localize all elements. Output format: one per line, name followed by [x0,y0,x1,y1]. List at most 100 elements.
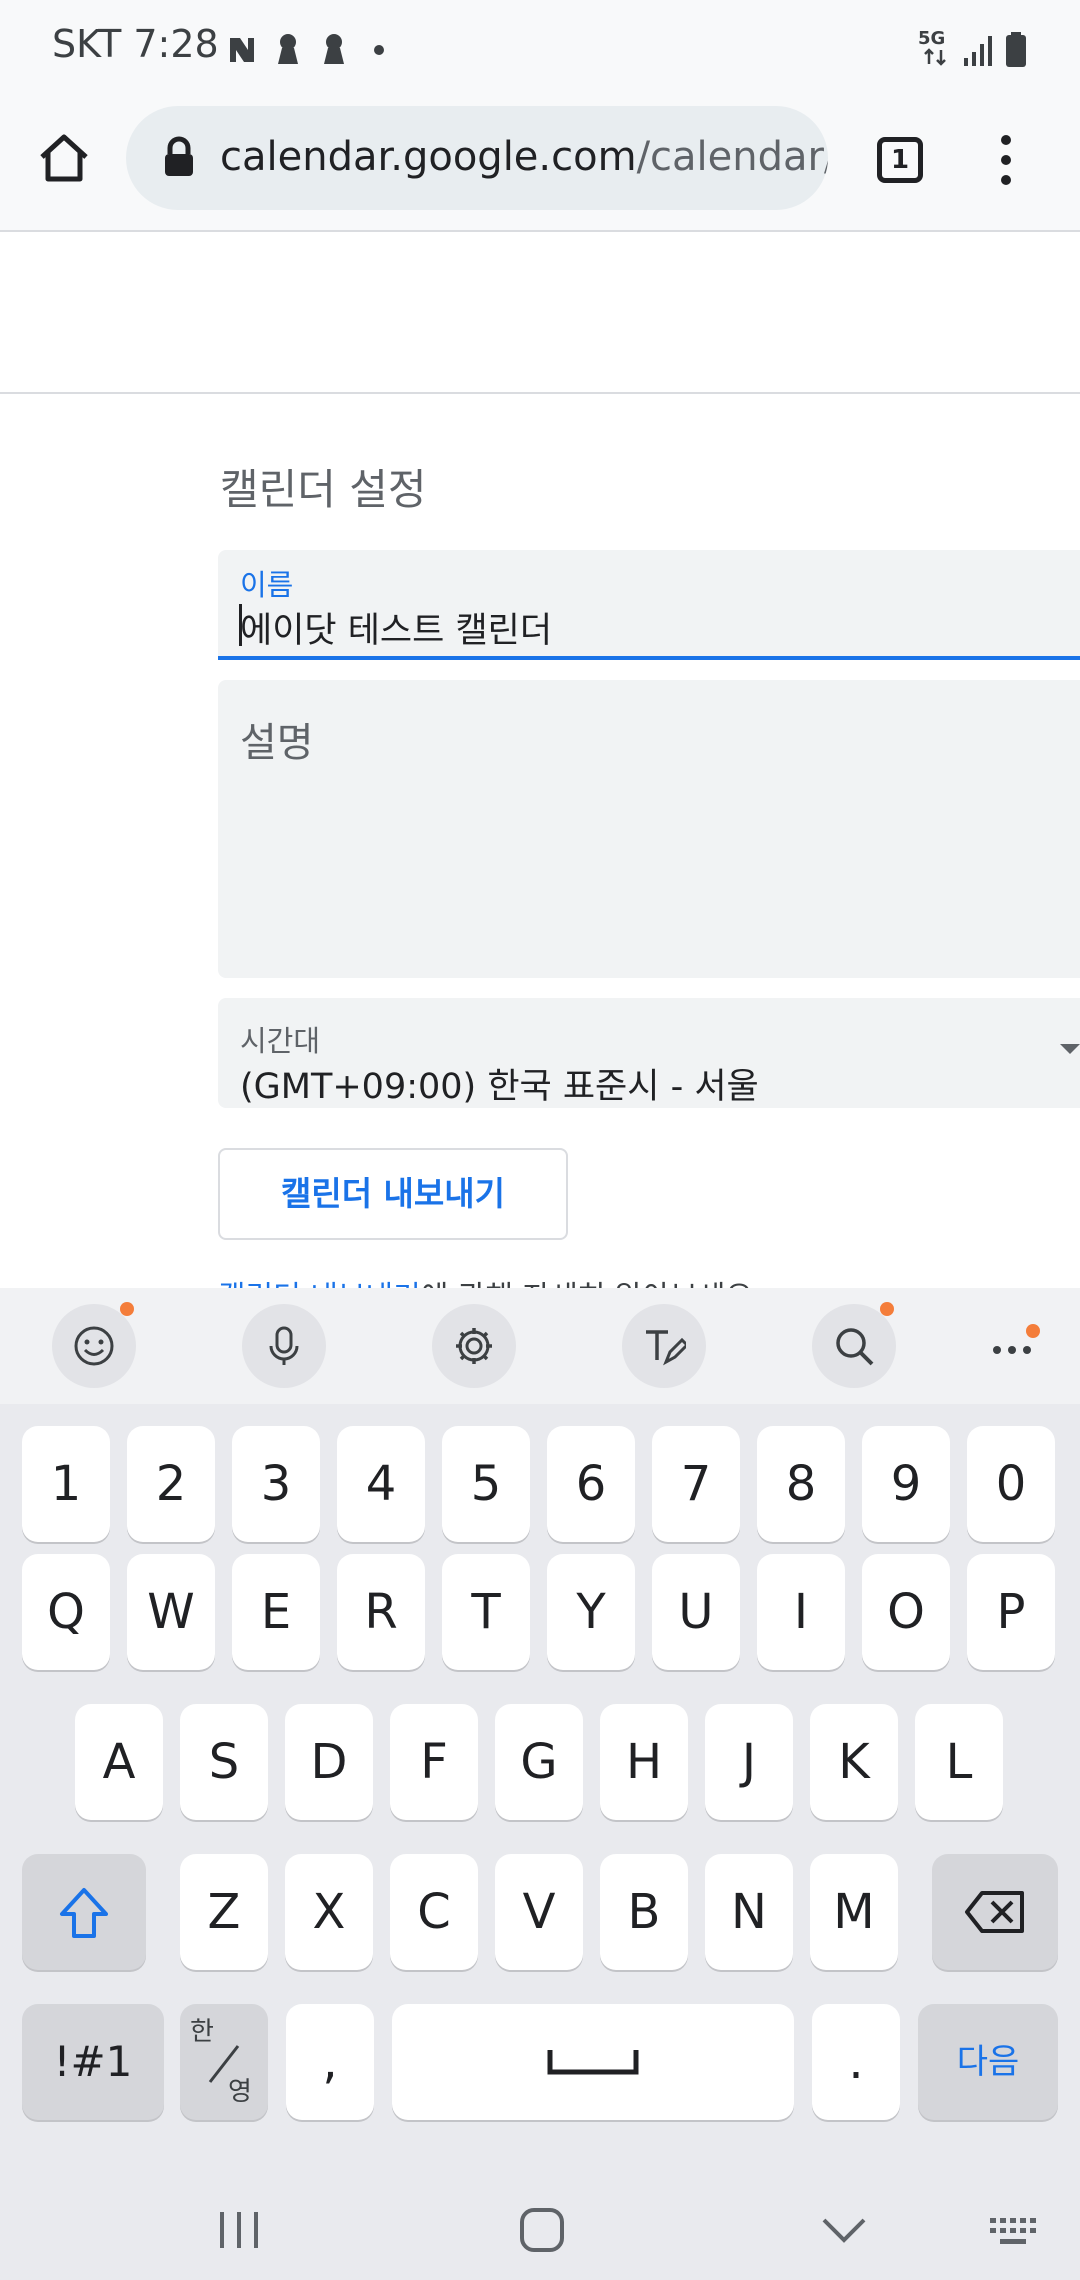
description-placeholder: 설명 [240,720,314,766]
letter-key-l[interactable]: L [915,1704,1003,1820]
microphone-icon [269,1326,299,1365]
section-title: 캘린더 설정 [220,465,427,514]
number-key-4[interactable]: 4 [337,1426,425,1542]
tab-switcher-button[interactable]: 1 [877,137,923,183]
letter-key-i[interactable]: I [757,1554,845,1670]
number-key-7[interactable]: 7 [652,1426,740,1542]
handwriting-button[interactable] [622,1304,706,1388]
keyboard-settings-button[interactable] [432,1304,516,1388]
letter-key-k[interactable]: K [810,1704,898,1820]
letter-key-c[interactable]: C [390,1854,478,1970]
export-help-link[interactable]: 캘린더 내보내기 [218,1280,421,1288]
letter-key-d[interactable]: D [285,1704,373,1820]
comma-key[interactable]: , [286,2004,374,2120]
space-icon [547,2050,639,2075]
help-text-rest: 에 관해 자세히 알아보세요. [421,1280,763,1288]
browser-toolbar: calendar.google.com/calendar/ 1 [0,100,1080,232]
letter-key-v[interactable]: V [495,1854,583,1970]
letter-key-a[interactable]: A [75,1704,163,1820]
naver-icon [230,38,254,62]
search-icon [836,1328,874,1366]
letter-key-o[interactable]: O [862,1554,950,1670]
description-field[interactable]: 설명 [218,680,1080,978]
dropdown-arrow-icon[interactable] [1060,1042,1080,1056]
home-icon[interactable] [36,130,92,186]
name-field-label: 이름 [240,568,294,602]
letter-key-p[interactable]: P [967,1554,1055,1670]
keyboard-search-button[interactable] [812,1302,896,1388]
letter-key-m[interactable]: M [810,1854,898,1970]
letter-key-n[interactable]: N [705,1854,793,1970]
letter-key-w[interactable]: W [127,1554,215,1670]
number-key-9[interactable]: 9 [862,1426,950,1542]
number-key-8[interactable]: 8 [757,1426,845,1542]
header-divider [0,392,1080,394]
home-button-icon[interactable] [518,2206,566,2254]
help-text: 캘린더 내보내기에 관해 자세히 알아보세요. [218,1272,763,1288]
timezone-value: (GMT+09:00) 한국 표준시 - 서울 [240,1067,759,1107]
navigation-bar [0,2180,1080,2280]
emoji-icon [74,1326,114,1366]
number-key-5[interactable]: 5 [442,1426,530,1542]
letter-key-q[interactable]: Q [22,1554,110,1670]
timezone-select[interactable]: 시간대 (GMT+09:00) 한국 표준시 - 서울 [218,998,1080,1108]
carrier-time: SKT 7:28 [52,22,219,66]
export-calendar-button[interactable]: 캘린더 내보내기 [218,1148,568,1240]
letter-key-e[interactable]: E [232,1554,320,1670]
url-path: /calendar/ [636,134,828,180]
letter-key-s[interactable]: S [180,1704,268,1820]
lock-icon[interactable] [162,136,196,180]
period-key[interactable]: . [812,2004,900,2120]
network-badge: 5G [918,28,946,49]
notification-dot [1026,1324,1040,1338]
symbols-key[interactable]: !#1 [22,2004,164,2120]
keyboard-icon[interactable] [988,2214,1042,2248]
more-button[interactable] [990,1324,1040,1368]
handwriting-icon [646,1330,686,1366]
letter-key-j[interactable]: J [705,1704,793,1820]
more-options-icon[interactable] [994,130,1018,190]
letter-key-u[interactable]: U [652,1554,740,1670]
letter-key-r[interactable]: R [337,1554,425,1670]
language-switch-key[interactable]: 한 영 [180,2004,268,2120]
letter-key-h[interactable]: H [600,1704,688,1820]
name-field[interactable]: 이름 에이닷 테스트 캘린더 [218,550,1080,660]
letter-key-g[interactable]: G [495,1704,583,1820]
address-bar[interactable]: calendar.google.com/calendar/ [126,106,828,210]
next-key[interactable]: 다음 [918,2004,1058,2120]
letter-key-b[interactable]: B [600,1854,688,1970]
letter-key-f[interactable]: F [390,1704,478,1820]
letter-key-y[interactable]: Y [547,1554,635,1670]
voice-input-button[interactable] [242,1304,326,1388]
keyboard: 1234567890 QWERTYUIOP ASDFGHJKL ZXCVBNM … [0,1288,1080,2280]
number-key-6[interactable]: 6 [547,1426,635,1542]
keyboard-toolbar [0,1288,1080,1404]
backspace-key[interactable] [932,1854,1058,1970]
number-key-1[interactable]: 1 [22,1426,110,1542]
emoji-button[interactable] [52,1302,136,1388]
back-icon[interactable] [820,2214,868,2246]
name-field-value[interactable]: 에이닷 테스트 캘린더 [240,602,552,653]
recent-apps-icon[interactable] [216,2208,262,2252]
keyhole-icon [278,34,298,64]
timezone-label: 시간대 [240,1024,321,1058]
letter-key-z[interactable]: Z [180,1854,268,1970]
space-key[interactable] [392,2004,794,2120]
dot-icon [374,45,384,55]
backspace-icon [965,1891,1024,1933]
notification-dot [880,1302,894,1316]
letter-key-t[interactable]: T [442,1554,530,1670]
status-bar: SKT 7:28 5G [0,0,1080,100]
data-arrows-icon [924,48,946,66]
number-key-0[interactable]: 0 [967,1426,1055,1542]
shift-key[interactable] [22,1854,146,1970]
signal-icon [964,36,992,66]
battery-icon [1006,32,1026,67]
calendar-settings-page: 캘린더 설정 이름 에이닷 테스트 캘린더 설명 시간대 (GMT+09:00)… [0,232,1080,1288]
language-key-bottom: 영 [228,2077,252,2107]
number-key-2[interactable]: 2 [127,1426,215,1542]
keyhole-icon [324,34,344,64]
letter-key-x[interactable]: X [285,1854,373,1970]
url-text[interactable]: calendar.google.com/calendar/ [220,134,828,180]
number-key-3[interactable]: 3 [232,1426,320,1542]
